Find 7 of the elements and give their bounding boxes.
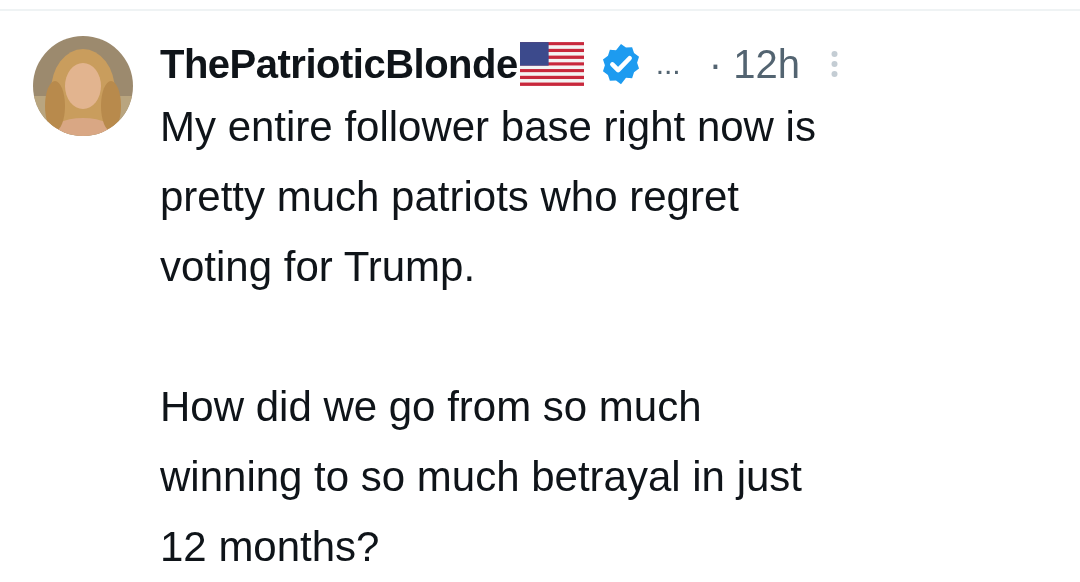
more-options-icon[interactable] [829, 50, 839, 78]
post-text: My entire follower base right now is pretty much patriots who regret voting for Trump. [160, 102, 817, 292]
post-time: · 12h [708, 41, 800, 87]
truncation-ellipsis: ... [655, 47, 681, 81]
flag-icon [519, 42, 584, 86]
post-text: How did we go from so much winning to so much betrayal in just 12 months? [160, 382, 803, 572]
author-name[interactable]: ThePatrioticBlonde [160, 41, 518, 87]
